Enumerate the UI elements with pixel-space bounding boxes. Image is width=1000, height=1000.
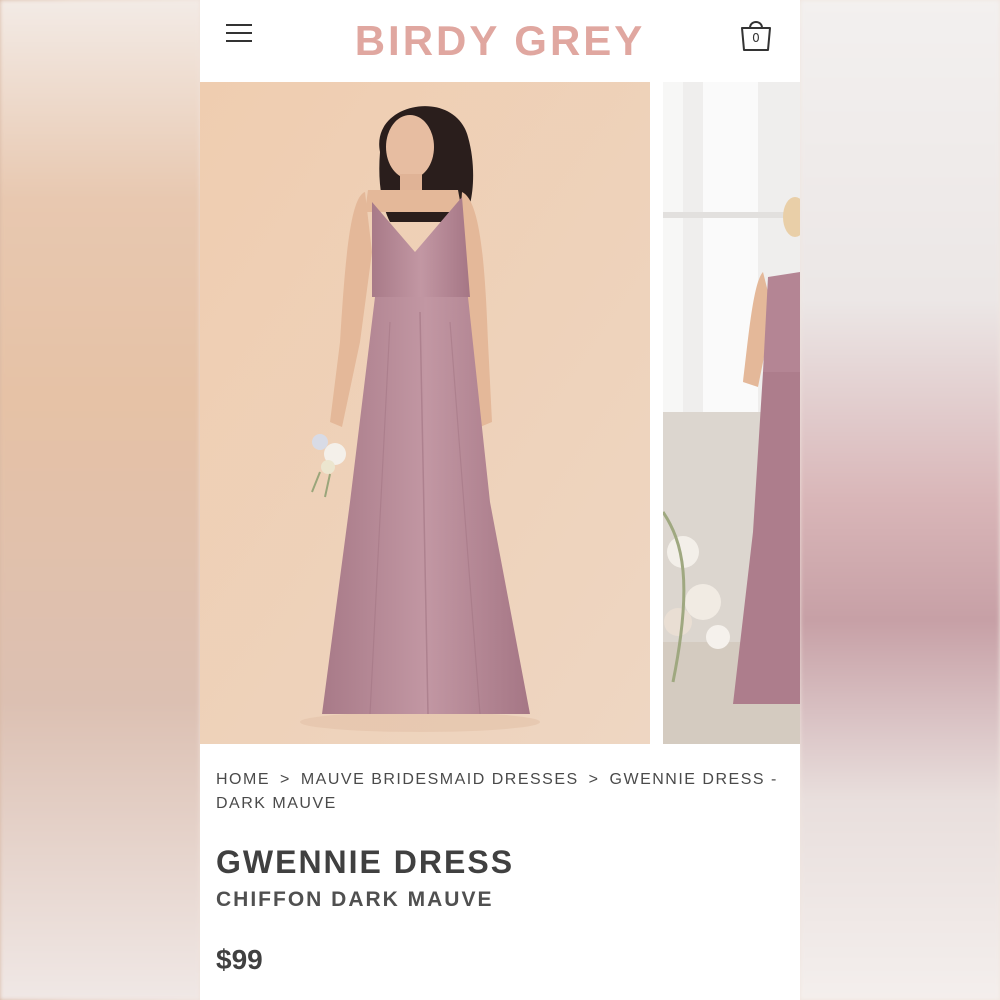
blurred-background-right bbox=[800, 0, 1000, 1000]
model-illustration bbox=[200, 82, 650, 744]
mobile-page: BIRDY GREY 0 HOME > MAUVE BRIDESMAID DRE… bbox=[200, 0, 800, 1000]
blurred-background-left bbox=[0, 0, 200, 1000]
breadcrumb-item-home[interactable]: HOME bbox=[216, 771, 270, 788]
cart-count-badge: 0 bbox=[752, 31, 760, 45]
breadcrumb-separator: > bbox=[280, 771, 291, 788]
breadcrumb-separator: > bbox=[588, 771, 600, 788]
brand-logo[interactable]: BIRDY GREY bbox=[355, 17, 646, 65]
product-image-gallery[interactable] bbox=[200, 82, 800, 744]
breadcrumb: HOME > MAUVE BRIDESMAID DRESSES > GWENNIE DR… bbox=[216, 768, 786, 816]
product-variant: CHIFFON DARK MAUVE bbox=[216, 888, 494, 911]
product-price: $99 bbox=[216, 944, 263, 975]
site-header: BIRDY GREY 0 bbox=[200, 0, 800, 82]
shopping-bag-icon[interactable]: 0 bbox=[736, 14, 776, 54]
model-illustration-secondary bbox=[663, 82, 800, 744]
breadcrumb-item-mauve-bridesmaid-dresses[interactable]: MAUVE BRIDESMAID DRESSES bbox=[301, 771, 579, 788]
product-photo-secondary[interactable] bbox=[663, 82, 800, 744]
hamburger-menu-icon[interactable] bbox=[224, 20, 256, 48]
product-title: GWENNIE DRESS bbox=[216, 844, 515, 880]
product-photo-main[interactable] bbox=[200, 82, 650, 744]
